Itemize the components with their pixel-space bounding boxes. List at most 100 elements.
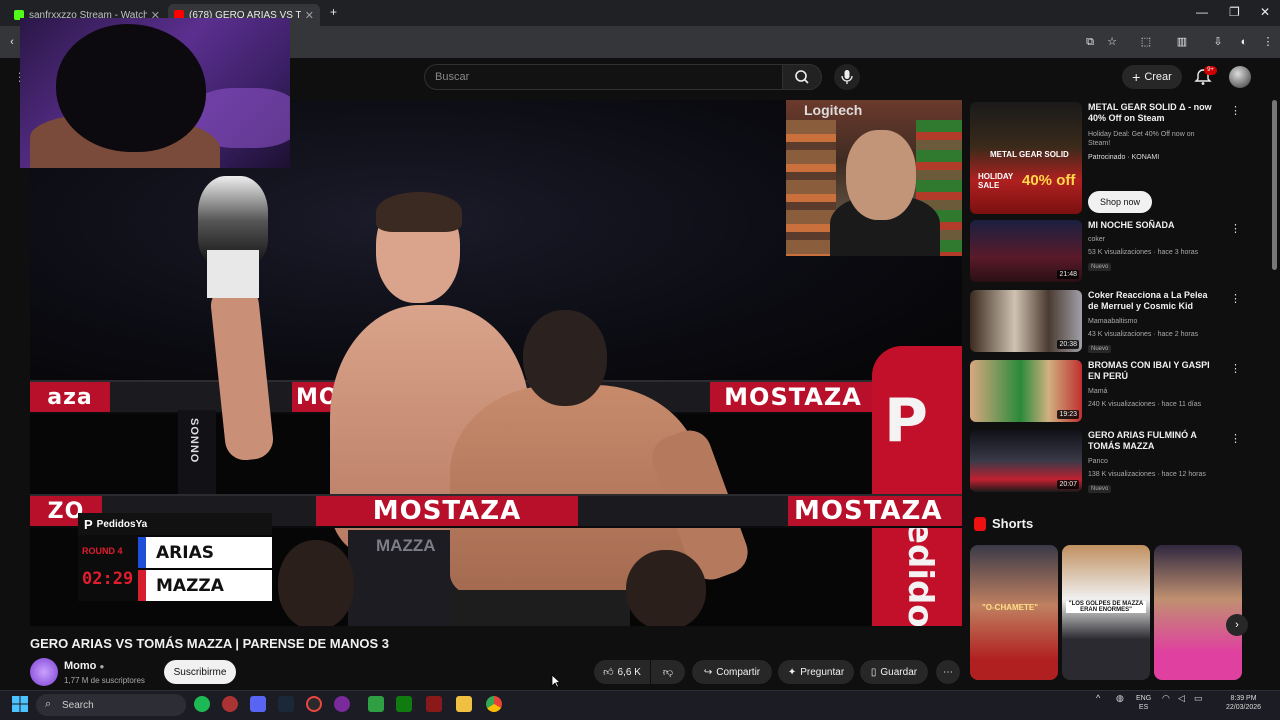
ad-thumb-title: METAL GEAR SOLID xyxy=(990,150,1069,159)
short-caption: "O-CHAMETE" xyxy=(982,603,1039,612)
share-icon: ↪ xyxy=(703,666,713,678)
thumbs-down-icon: 👎︎ xyxy=(662,667,674,678)
ad-menu-icon[interactable]: ⋮ xyxy=(1230,104,1241,117)
steam-icon[interactable] xyxy=(278,696,294,712)
fighter-arias-hair xyxy=(376,192,462,232)
post-brand-label: SONNO xyxy=(188,418,200,464)
clock-date: 22/03/2026 xyxy=(1226,704,1262,711)
page-scrollbar[interactable] xyxy=(1272,100,1277,270)
ask-button[interactable]: ✦ Preguntar xyxy=(778,660,854,684)
spectator xyxy=(278,540,354,626)
media-player-icon[interactable] xyxy=(334,696,350,712)
sponsor-name: PedidosYa xyxy=(96,518,148,530)
dislike-button[interactable]: 👎︎ xyxy=(651,660,685,684)
recommended-video[interactable]: 21:48 MI NOCHE SOÑADA coker 53 K visuali… xyxy=(970,220,1270,284)
ad-thumbnail: METAL GEAR SOLID HOLIDAY SALE 40% off xyxy=(970,102,1082,214)
browser-menu-icon[interactable]: ⋮ xyxy=(1260,34,1276,50)
more-actions-button[interactable]: ⋯ xyxy=(936,660,960,684)
search-icon xyxy=(795,70,809,84)
fighter-color-red xyxy=(138,570,146,601)
plus-icon[interactable]: + xyxy=(330,5,337,19)
new-badge: Nuevo xyxy=(1088,345,1112,353)
ask-label: Preguntar xyxy=(800,666,845,678)
shop-now-button[interactable]: Shop now xyxy=(1088,191,1152,213)
video-title: Coker Reacciona a La Pelea de Merruel y … xyxy=(1088,290,1208,311)
xbox-icon[interactable] xyxy=(396,696,412,712)
chrome-icon[interactable] xyxy=(486,696,502,712)
channel-name-text: Momo xyxy=(64,660,97,672)
video-menu-icon[interactable]: ⋮ xyxy=(1230,432,1241,445)
translate-icon[interactable]: ⧉ xyxy=(1082,34,1098,50)
close-tab-icon[interactable]: ✕ xyxy=(305,9,314,22)
short-video[interactable]: "LOS GOLPES DE MAZZA ERAN ENORMES" xyxy=(1062,545,1150,680)
create-label: Crear xyxy=(1144,71,1172,83)
video-meta: 43 K visualizaciones · hace 2 horas xyxy=(1088,331,1199,338)
ad-thumb-sale: HOLIDAY SALE xyxy=(978,172,1014,190)
video-title: BROMAS CON IBAI Y GASPI EN PERÚ xyxy=(1088,360,1210,381)
back-icon[interactable]: ‹ xyxy=(4,34,20,50)
download-icon[interactable]: ⇩ xyxy=(1210,34,1226,50)
video-thumbnail: 19:23 xyxy=(970,360,1082,422)
app-icon[interactable] xyxy=(368,696,384,712)
battery-icon[interactable]: ▭ xyxy=(1194,694,1203,703)
volume-icon[interactable]: ◁ xyxy=(1178,694,1185,703)
taskbar-clock[interactable]: 8:39 PM 22/03/2026 xyxy=(1226,694,1261,712)
rope-ad-right: MOSTAZA xyxy=(788,496,962,526)
save-button[interactable]: ▯ Guardar xyxy=(860,660,928,684)
short-video[interactable] xyxy=(1154,545,1242,680)
pip-person-face xyxy=(846,130,916,220)
close-icon[interactable]: ✕ xyxy=(1260,5,1270,19)
reaction-pip-camera: Logitech xyxy=(786,100,962,256)
share-label: Compartir xyxy=(716,666,761,678)
create-button[interactable]: + Crear xyxy=(1122,65,1182,89)
channel-avatar[interactable] xyxy=(30,658,58,686)
maximize-icon[interactable]: ❐ xyxy=(1229,5,1240,19)
profile-icon[interactable]: ◐ xyxy=(1236,34,1252,50)
shorts-logo-icon xyxy=(974,517,986,531)
rope-ad-left: aza xyxy=(30,382,110,412)
app-icon[interactable] xyxy=(426,696,442,712)
recommended-video[interactable]: 19:23 BROMAS CON IBAI Y GASPI EN PERÚ Ma… xyxy=(970,360,1270,424)
bookmark-star-icon[interactable]: ☆ xyxy=(1104,34,1120,50)
taskbar-search[interactable]: ⌕ Search xyxy=(36,694,186,716)
tray-overflow-icon[interactable]: ^ xyxy=(1096,694,1100,703)
video-menu-icon[interactable]: ⋮ xyxy=(1230,362,1241,375)
file-explorer-icon[interactable] xyxy=(456,696,472,712)
microphone-icon xyxy=(841,70,853,84)
ad-description: Holiday Deal: Get 40% Off now on Steam! xyxy=(1088,131,1195,147)
video-menu-icon[interactable]: ⋮ xyxy=(1230,222,1241,235)
like-button[interactable]: 👍︎ 6,6 K xyxy=(594,660,650,684)
recommended-video[interactable]: 20:07 GERO ARIAS FULMINÓ A TOMÁS MAZZA P… xyxy=(970,430,1270,494)
share-button[interactable]: ↪ Compartir xyxy=(692,660,772,684)
spotify-icon[interactable] xyxy=(194,696,210,712)
input-language[interactable]: ENG ES xyxy=(1136,694,1151,712)
recording-app-icon[interactable] xyxy=(306,696,322,712)
rope-ad-center: MOSTAZA xyxy=(316,496,578,526)
voice-search-button[interactable] xyxy=(834,64,860,90)
new-badge: Nuevo xyxy=(1088,485,1112,493)
search-input[interactable]: Buscar xyxy=(424,64,784,90)
windows-taskbar xyxy=(0,690,1280,720)
recommended-video[interactable]: 20:38 Coker Reacciona a La Pelea de Merr… xyxy=(970,290,1270,354)
discord-icon[interactable] xyxy=(250,696,266,712)
fighter-mazza-trunks xyxy=(450,590,630,626)
extensions-icon[interactable]: ⬚ xyxy=(1138,34,1154,50)
channel-name[interactable]: Momo ● xyxy=(64,660,104,672)
short-video[interactable]: "O-CHAMETE" xyxy=(970,545,1058,680)
shorts-next-button[interactable]: › xyxy=(1226,614,1248,636)
short-caption: "LOS GOLPES DE MAZZA ERAN ENORMES" xyxy=(1066,601,1146,613)
sparkle-icon: ✦ xyxy=(787,666,797,678)
verified-icon: ● xyxy=(99,662,105,671)
user-avatar[interactable] xyxy=(1229,66,1251,88)
video-menu-icon[interactable]: ⋮ xyxy=(1230,292,1241,305)
video-thumbnail: 20:07 xyxy=(970,430,1082,492)
pip-shelf xyxy=(786,120,836,256)
search-button[interactable] xyxy=(782,64,822,90)
subscribe-button[interactable]: Suscribirme xyxy=(164,660,236,684)
network-tray-icon[interactable]: ◍ xyxy=(1116,694,1124,703)
windows-start-icon[interactable] xyxy=(12,696,28,712)
app-icon[interactable] xyxy=(222,696,238,712)
wifi-icon[interactable]: ◠ xyxy=(1162,694,1170,703)
sidebar-panel-icon[interactable]: ▥ xyxy=(1174,34,1190,50)
minimize-icon[interactable]: — xyxy=(1196,5,1208,19)
